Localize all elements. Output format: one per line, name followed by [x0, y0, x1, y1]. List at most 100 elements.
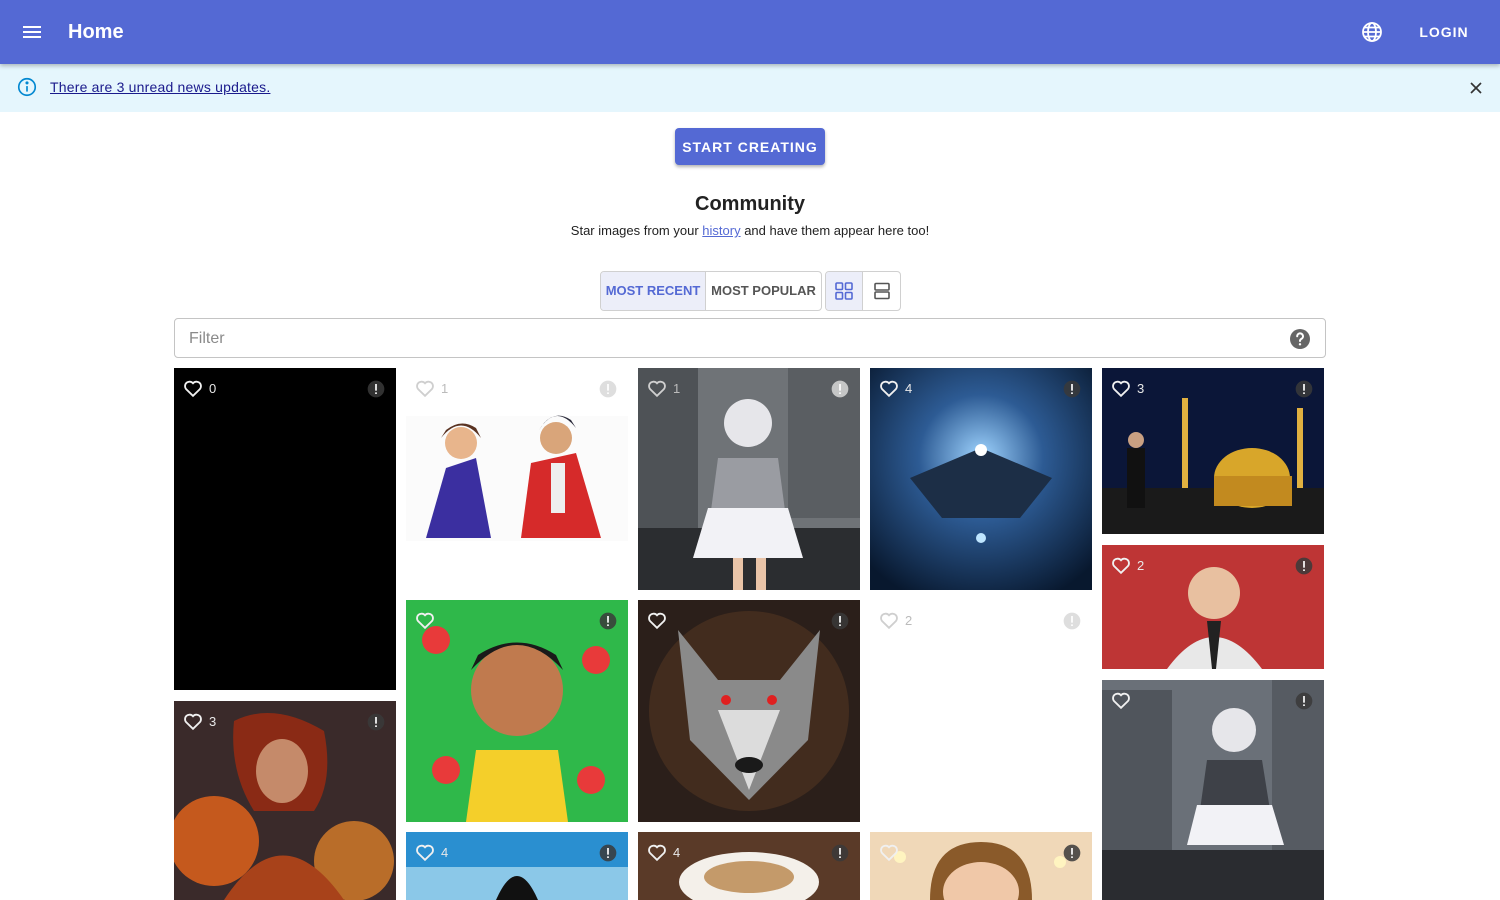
favorite-button[interactable]: 4: [646, 841, 680, 863]
start-creating-button[interactable]: START CREATING: [675, 128, 825, 165]
like-count: 0: [209, 380, 217, 396]
heart-icon: [184, 713, 202, 731]
report-icon[interactable]: [830, 611, 850, 631]
heart-icon: [648, 612, 666, 630]
gallery-image: [174, 368, 396, 690]
history-link[interactable]: history: [702, 223, 740, 238]
heart-icon: [1112, 380, 1130, 398]
heart-icon: [880, 612, 898, 630]
help-icon[interactable]: [1288, 327, 1312, 351]
news-alert: There are 3 unread news updates.: [0, 64, 1500, 112]
gallery-image: [638, 600, 860, 822]
report-icon[interactable]: [598, 379, 618, 399]
globe-icon[interactable]: [1360, 20, 1384, 44]
favorite-button[interactable]: 4: [878, 377, 912, 399]
grid-view-icon: [835, 282, 853, 300]
filter-input[interactable]: [187, 327, 1271, 351]
sort-toggle: MOST RECENT MOST POPULAR: [600, 271, 822, 311]
heart-icon: [1112, 692, 1130, 710]
sort-most-popular[interactable]: MOST POPULAR: [706, 272, 821, 310]
gallery-image: [638, 368, 860, 590]
favorite-button[interactable]: 0: [182, 377, 216, 399]
favorite-button[interactable]: [646, 609, 673, 631]
report-icon[interactable]: [366, 712, 386, 732]
like-count: 4: [673, 844, 681, 860]
gallery-card[interactable]: 4: [406, 832, 628, 900]
favorite-button[interactable]: 4: [414, 841, 448, 863]
login-button[interactable]: LOGIN: [1408, 16, 1480, 48]
heart-icon: [1112, 557, 1130, 575]
grid-view-button[interactable]: [826, 272, 863, 310]
gallery-card[interactable]: 0: [174, 368, 396, 690]
report-icon[interactable]: [1294, 379, 1314, 399]
gallery-card[interactable]: [1102, 680, 1324, 900]
gallery-card[interactable]: 4: [870, 368, 1092, 590]
favorite-button[interactable]: 1: [646, 377, 680, 399]
heart-icon: [416, 612, 434, 630]
like-count: 2: [905, 612, 913, 628]
gallery-card[interactable]: 4: [638, 832, 860, 900]
list-view-button[interactable]: [863, 272, 900, 310]
heart-icon: [416, 380, 434, 398]
favorite-button[interactable]: 1: [414, 377, 448, 399]
heart-icon: [880, 380, 898, 398]
info-icon: [17, 77, 37, 97]
community-heading: Community: [695, 193, 805, 215]
news-link[interactable]: There are 3 unread news updates.: [50, 79, 270, 95]
favorite-button[interactable]: [414, 609, 441, 631]
report-icon[interactable]: [598, 611, 618, 631]
like-count: 1: [441, 380, 449, 396]
gallery-card[interactable]: [638, 600, 860, 822]
favorite-button[interactable]: 2: [1110, 554, 1144, 576]
gallery-card[interactable]: 1: [638, 368, 860, 590]
community-subtitle: Star images from your history and have t…: [0, 223, 1500, 238]
subtitle-text-after: and have them appear here too!: [740, 223, 930, 238]
gallery-image: [870, 368, 1092, 590]
like-count: 2: [1137, 557, 1145, 573]
app-bar: Home LOGIN: [0, 0, 1500, 64]
report-icon[interactable]: [1062, 611, 1082, 631]
report-icon[interactable]: [366, 379, 386, 399]
menu-icon[interactable]: [20, 20, 44, 44]
report-icon[interactable]: [1062, 379, 1082, 399]
gallery-image: [1102, 680, 1324, 900]
close-icon[interactable]: [1466, 78, 1486, 98]
list-view-icon: [873, 282, 890, 300]
favorite-button[interactable]: 2: [878, 609, 912, 631]
gallery-card[interactable]: [406, 600, 628, 822]
filter-field: [174, 318, 1326, 358]
sort-most-recent[interactable]: MOST RECENT: [601, 272, 706, 310]
heart-icon: [416, 844, 434, 862]
favorite-button[interactable]: 3: [1110, 377, 1144, 399]
heart-icon: [184, 380, 202, 398]
heart-icon: [880, 844, 898, 862]
subtitle-text-before: Star images from your: [570, 223, 703, 238]
favorite-button[interactable]: [1110, 689, 1137, 711]
gallery-image: [406, 600, 628, 822]
favorite-button[interactable]: [878, 841, 905, 863]
like-count: 1: [673, 380, 681, 396]
report-icon[interactable]: [1062, 843, 1082, 863]
view-toggle: [825, 271, 901, 311]
report-icon[interactable]: [1294, 556, 1314, 576]
heart-icon: [648, 380, 666, 398]
gallery-card[interactable]: 3: [1102, 368, 1324, 534]
report-icon[interactable]: [598, 843, 618, 863]
page-title: Home: [68, 21, 124, 43]
report-icon[interactable]: [830, 379, 850, 399]
gallery-card[interactable]: 2: [1102, 545, 1324, 669]
like-count: 3: [1137, 380, 1145, 396]
gallery-card[interactable]: 1: [406, 368, 628, 590]
like-count: 3: [209, 713, 217, 729]
gallery-card[interactable]: [870, 832, 1092, 900]
report-icon[interactable]: [1294, 691, 1314, 711]
heart-icon: [648, 844, 666, 862]
like-count: 4: [905, 380, 913, 396]
gallery-image: [406, 368, 628, 590]
gallery-card[interactable]: 3: [174, 701, 396, 900]
gallery-image: [870, 600, 1092, 822]
report-icon[interactable]: [830, 843, 850, 863]
like-count: 4: [441, 844, 449, 860]
gallery-card[interactable]: 2: [870, 600, 1092, 822]
favorite-button[interactable]: 3: [182, 710, 216, 732]
